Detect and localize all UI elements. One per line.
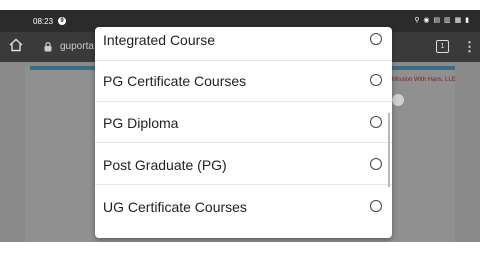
radio-button[interactable] [370,74,382,86]
tabs-count-icon[interactable]: 1 [436,40,449,53]
option-label: Integrated Course [103,32,216,48]
url-bar[interactable]: guporta [60,41,94,52]
option-pg-certificate-courses[interactable]: PG Certificate Courses [95,61,392,102]
radio-button[interactable] [370,158,382,170]
phone-screen: 08:23 9 ⚲ ◉ ▤ ▥ ▦ ▮ guporta 1 ⋮ Mission … [0,0,480,242]
option-ug-certificate-courses[interactable]: UG Certificate Courses [95,185,392,226]
status-icons: ⚲ ◉ ▤ ▥ ▦ ▮ [414,17,470,24]
status-time: 08:23 [33,17,54,26]
option-label: PG Certificate Courses [103,73,247,89]
notification-badge-icon: 9 [58,17,66,25]
page-scroll-thumb[interactable] [392,94,404,106]
radio-button[interactable] [370,33,382,45]
option-pg-diploma[interactable]: PG Diploma [95,102,392,143]
page-side-text: Mission With Hans, LLE [392,77,456,83]
option-label: Post Graduate (PG) [103,157,227,173]
lock-icon [44,42,52,52]
course-options-dialog: Integrated Course PG Certificate Courses… [95,27,392,238]
option-label: UG Certificate Courses [103,199,247,215]
option-label: PG Diploma [103,115,179,131]
option-post-graduate[interactable]: Post Graduate (PG) [95,144,392,185]
radio-button[interactable] [370,116,382,128]
bottom-area [0,242,480,270]
dialog-scrollbar[interactable] [388,113,390,187]
home-icon[interactable] [9,38,23,52]
option-integrated-course[interactable]: Integrated Course [95,27,392,61]
overflow-menu-icon[interactable]: ⋮ [463,39,476,55]
radio-button[interactable] [370,200,382,212]
